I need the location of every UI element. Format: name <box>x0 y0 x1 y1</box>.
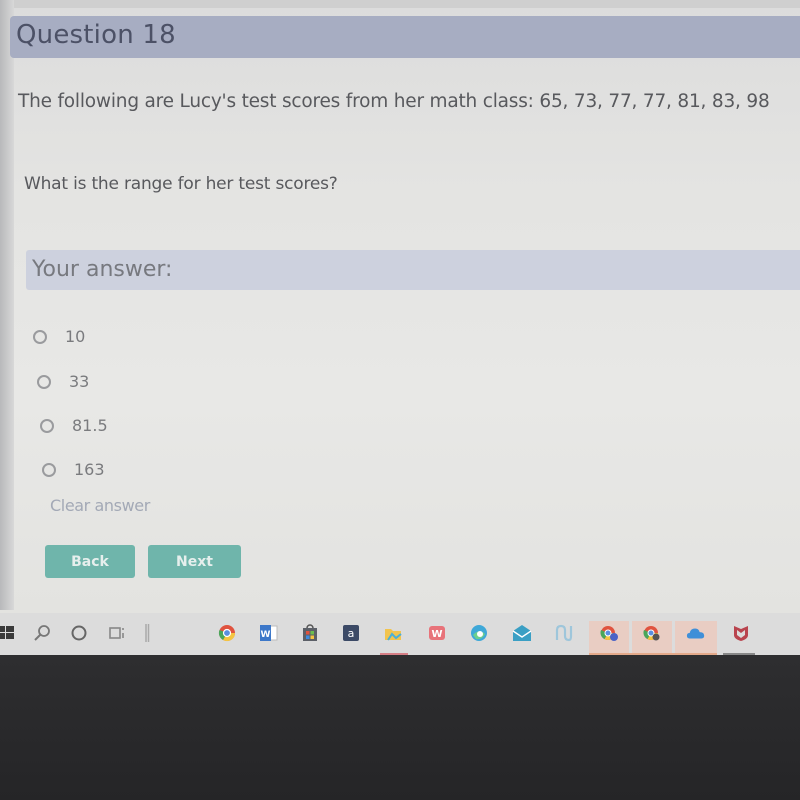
answer-label: Your answer: <box>32 257 173 282</box>
option-label: 10 <box>65 327 86 346</box>
radio-button[interactable] <box>37 374 51 389</box>
search-icon[interactable] <box>32 623 52 643</box>
answer-option-10[interactable]: 10 <box>33 327 85 346</box>
answer-option-81-5[interactable]: 81.5 <box>40 416 108 435</box>
radio-button[interactable] <box>40 418 54 433</box>
back-button[interactable]: Back <box>45 545 135 578</box>
amazon-icon[interactable]: a <box>341 623 361 643</box>
page-left-edge <box>0 0 14 610</box>
network-app-icon[interactable] <box>554 623 574 643</box>
store-icon[interactable] <box>300 623 320 643</box>
answer-option-163[interactable]: 163 <box>42 460 105 479</box>
next-button[interactable]: Next <box>148 545 241 578</box>
windows-start-icon[interactable] <box>0 623 16 643</box>
browser-edge <box>0 0 800 8</box>
laptop-bezel <box>0 655 800 800</box>
clear-answer-link[interactable]: Clear answer <box>50 496 150 515</box>
mcafee-icon[interactable] <box>731 623 751 643</box>
svg-text:a: a <box>348 627 355 640</box>
option-label: 33 <box>69 372 90 391</box>
wps-office-icon[interactable]: W <box>427 623 447 643</box>
svg-text:W: W <box>431 629 442 640</box>
task-view-icon[interactable] <box>107 623 127 643</box>
svg-text:W: W <box>261 630 271 640</box>
chrome-profile-icon[interactable] <box>599 623 619 643</box>
question-title: Question 18 <box>16 20 176 50</box>
onedrive-icon[interactable] <box>686 623 706 643</box>
question-text: The following are Lucy's test scores fro… <box>18 91 770 112</box>
chrome-icon[interactable] <box>217 623 237 643</box>
question-header: Question 18 <box>10 16 800 58</box>
edge-icon[interactable] <box>469 623 489 643</box>
answer-header: Your answer: <box>26 250 800 290</box>
taskbar: W a W <box>0 613 800 655</box>
mail-icon[interactable] <box>512 623 532 643</box>
answer-option-33[interactable]: 33 <box>37 372 89 391</box>
file-explorer-icon[interactable] <box>383 623 403 643</box>
taskbar-divider <box>137 623 157 643</box>
question-prompt: What is the range for her test scores? <box>24 174 338 194</box>
radio-button[interactable] <box>42 462 56 477</box>
word-icon[interactable]: W <box>259 623 279 643</box>
cortana-icon[interactable] <box>69 623 89 643</box>
radio-button[interactable] <box>33 329 47 344</box>
option-label: 81.5 <box>72 416 108 435</box>
option-label: 163 <box>74 460 105 479</box>
chrome-profile-icon-2[interactable] <box>642 623 662 643</box>
screen: Question 18 The following are Lucy's tes… <box>0 0 800 655</box>
